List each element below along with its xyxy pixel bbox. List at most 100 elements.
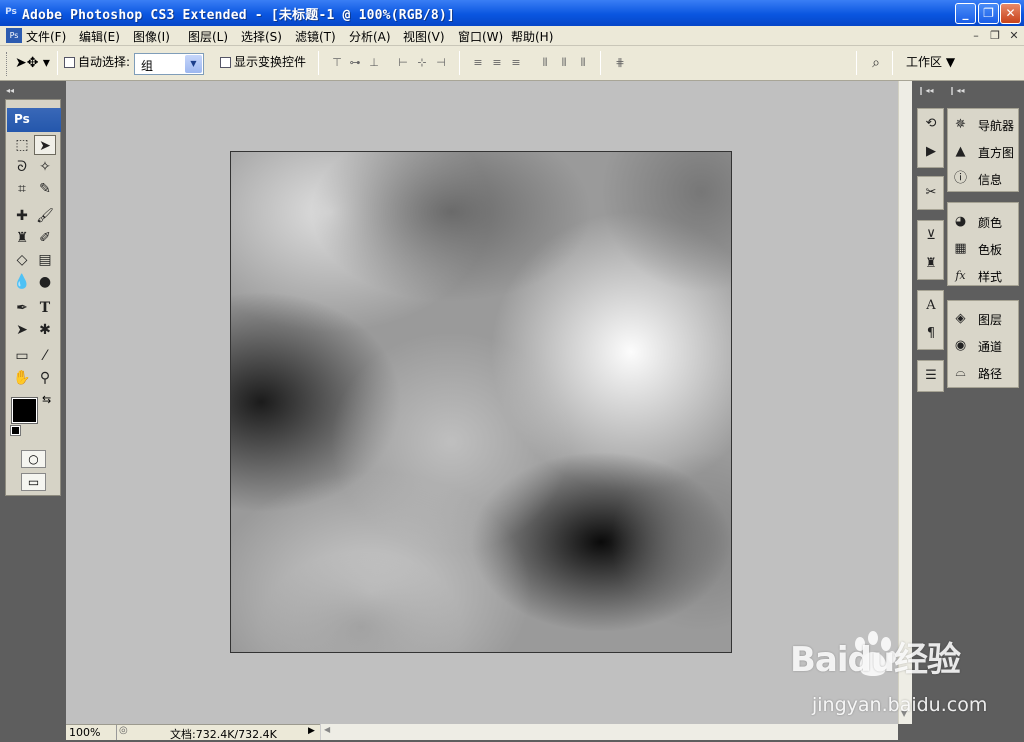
character-panel-icon[interactable]: A <box>920 295 942 317</box>
move-tool-icon[interactable]: ➤ <box>34 135 56 155</box>
panel-group-2: ◕ 颜色 ▦ 色板 fx 样式 <box>947 202 1019 286</box>
document-canvas-clouds[interactable] <box>230 151 732 653</box>
doc-restore-icon[interactable]: ❐ <box>987 28 1003 43</box>
collapse-left-icon[interactable]: ◂◂ <box>6 86 14 95</box>
horizontal-scrollbar[interactable]: ◀ <box>320 724 898 740</box>
doc-close-icon[interactable]: ✕ <box>1006 28 1022 43</box>
menu-file[interactable]: 文件(F) <box>26 28 66 45</box>
collapse-panel-icon[interactable]: ‖ ◂◂ <box>919 86 934 95</box>
auto-align-layers-icon[interactable]: ⋕ <box>612 55 628 71</box>
menu-select[interactable]: 选择(S) <box>241 28 282 45</box>
clone-source-panel-icon[interactable]: ♜ <box>920 253 942 275</box>
menu-layer[interactable]: 图层(L) <box>188 28 228 45</box>
history-panel-icon[interactable]: ⟲ <box>920 113 942 135</box>
document-icon[interactable]: Ps <box>6 28 22 43</box>
default-colors-icon[interactable] <box>10 425 21 436</box>
info-panel[interactable]: ⓘ 信息 <box>950 167 1018 189</box>
history-brush-tool-icon[interactable]: ✐ <box>34 228 56 248</box>
clone-stamp-tool-icon[interactable]: ♜ <box>11 228 33 248</box>
type-tool-icon[interactable]: T <box>34 298 56 318</box>
distribute-right-icon[interactable]: ⫴ <box>575 55 591 71</box>
layers-panel[interactable]: ◈ 图层 <box>950 307 1018 329</box>
paths-panel[interactable]: ⌓ 路径 <box>950 361 1018 383</box>
marquee-tool-icon[interactable]: ⬚ <box>11 135 33 155</box>
zoom-level[interactable]: 100% <box>69 726 100 739</box>
hand-tool-icon[interactable]: ✋ <box>11 368 33 388</box>
menu-edit[interactable]: 编辑(E) <box>79 28 120 45</box>
status-icon[interactable]: ◎ <box>119 725 128 736</box>
align-horizontal-centers-icon[interactable]: ⊹ <box>414 55 430 71</box>
eraser-tool-icon[interactable]: ◇ <box>11 250 33 270</box>
align-top-edges-icon[interactable]: ⊤ <box>329 55 345 71</box>
workspace-button[interactable]: 工作区 ▼ <box>906 53 955 70</box>
foreground-color-swatch[interactable] <box>11 397 38 424</box>
navigator-panel[interactable]: ✵ 导航器 <box>950 113 1018 135</box>
color-panel[interactable]: ◕ 颜色 <box>950 210 1018 232</box>
custom-shape-tool-icon[interactable]: ✱ <box>34 320 56 340</box>
distribute-bottom-icon[interactable]: ≡ <box>508 55 524 71</box>
swap-colors-icon[interactable]: ⇆ <box>42 393 51 406</box>
status-menu-arrow-icon[interactable]: ▶ <box>308 726 315 736</box>
channels-panel[interactable]: ◉ 通道 <box>950 334 1018 356</box>
align-left-edges-icon[interactable]: ⊢ <box>395 55 411 71</box>
distribute-horizontal-centers-icon[interactable]: ⫴ <box>556 55 572 71</box>
align-vertical-centers-icon[interactable]: ⊶ <box>347 55 363 71</box>
blur-tool-icon[interactable]: 💧 <box>11 272 33 292</box>
tool-presets-panel-icon[interactable]: ✂ <box>920 182 942 204</box>
swatches-panel[interactable]: ▦ 色板 <box>950 237 1018 259</box>
styles-panel[interactable]: fx 样式 <box>950 264 1018 286</box>
actions-panel-icon[interactable]: ▶ <box>920 141 942 163</box>
auto-select-checkbox[interactable] <box>64 57 75 68</box>
show-transform-checkbox[interactable] <box>220 57 231 68</box>
healing-brush-tool-icon[interactable]: ✚ <box>11 206 33 226</box>
restore-button[interactable]: ❐ <box>978 3 999 24</box>
screen-mode-icon[interactable]: ▭ <box>21 473 46 491</box>
menu-analysis[interactable]: 分析(A) <box>349 28 391 45</box>
pen-tool-icon[interactable]: ✒ <box>11 298 33 318</box>
menu-filter[interactable]: 滤镜(T) <box>295 28 336 45</box>
magic-wand-tool-icon[interactable]: ✧ <box>34 157 56 177</box>
histogram-panel[interactable]: ▲ 直方图 <box>950 140 1018 162</box>
crop-tool-icon[interactable]: ⌗ <box>11 179 33 199</box>
auto-select-dropdown[interactable]: 组 ▼ <box>134 53 204 75</box>
paragraph-panel-icon[interactable]: ¶ <box>920 323 942 345</box>
chevron-down-icon[interactable]: ▼ <box>185 55 202 73</box>
slice-tool-icon[interactable]: ✎ <box>34 179 56 199</box>
menu-help[interactable]: 帮助(H) <box>511 28 553 45</box>
menu-view[interactable]: 视图(V) <box>403 28 445 45</box>
distribute-vertical-centers-icon[interactable]: ≡ <box>489 55 505 71</box>
close-button[interactable]: ✕ <box>1000 3 1021 24</box>
brushes-panel-icon[interactable]: ⊻ <box>920 225 942 247</box>
info-icon: ⓘ <box>953 171 967 186</box>
window-title: Adobe Photoshop CS3 Extended - [未标题-1 @ … <box>22 8 455 23</box>
layers-icon: ◈ <box>955 311 966 326</box>
brush-tool-icon[interactable]: 🖌 <box>34 206 56 226</box>
auto-select-label: 自动选择: <box>78 55 131 69</box>
menu-window[interactable]: 窗口(W) <box>458 28 503 45</box>
vertical-scrollbar[interactable]: ▼ <box>898 81 912 724</box>
quick-mask-icon[interactable]: ○ <box>21 450 46 468</box>
menu-image[interactable]: 图像(I) <box>133 28 170 45</box>
minimize-button[interactable]: _ <box>955 3 976 24</box>
photoshop-app-icon[interactable]: Ps <box>3 4 19 20</box>
dodge-tool-icon[interactable]: ● <box>34 272 56 292</box>
doc-minimize-icon[interactable]: – <box>968 28 984 43</box>
align-bottom-edges-icon[interactable]: ⊥ <box>366 55 382 71</box>
layer-comps-panel-icon[interactable]: ☰ <box>920 365 942 387</box>
move-tool-preset-icon[interactable]: ➤✥ ▾ <box>15 52 51 74</box>
bridge-icon[interactable]: ⌕ <box>865 55 887 71</box>
align-right-edges-icon[interactable]: ⊣ <box>433 55 449 71</box>
options-grip[interactable] <box>6 52 8 76</box>
paths-icon: ⌓ <box>955 365 966 380</box>
zoom-tool-icon[interactable]: ⚲ <box>34 368 56 388</box>
distribute-left-icon[interactable]: ⫴ <box>537 55 553 71</box>
gradient-tool-icon[interactable]: ▤ <box>34 250 56 270</box>
distribute-top-icon[interactable]: ≡ <box>470 55 486 71</box>
path-selection-tool-icon[interactable]: ➤ <box>11 320 33 340</box>
collapse-panel-icon[interactable]: ‖ ◂◂ <box>950 86 965 95</box>
divider <box>892 51 893 75</box>
scroll-left-icon[interactable]: ◀ <box>324 725 330 734</box>
eyedropper-tool-icon[interactable]: ⁄ <box>34 346 56 366</box>
lasso-tool-icon[interactable]: ᘐ <box>11 157 33 177</box>
notes-tool-icon[interactable]: ▭ <box>11 346 33 366</box>
